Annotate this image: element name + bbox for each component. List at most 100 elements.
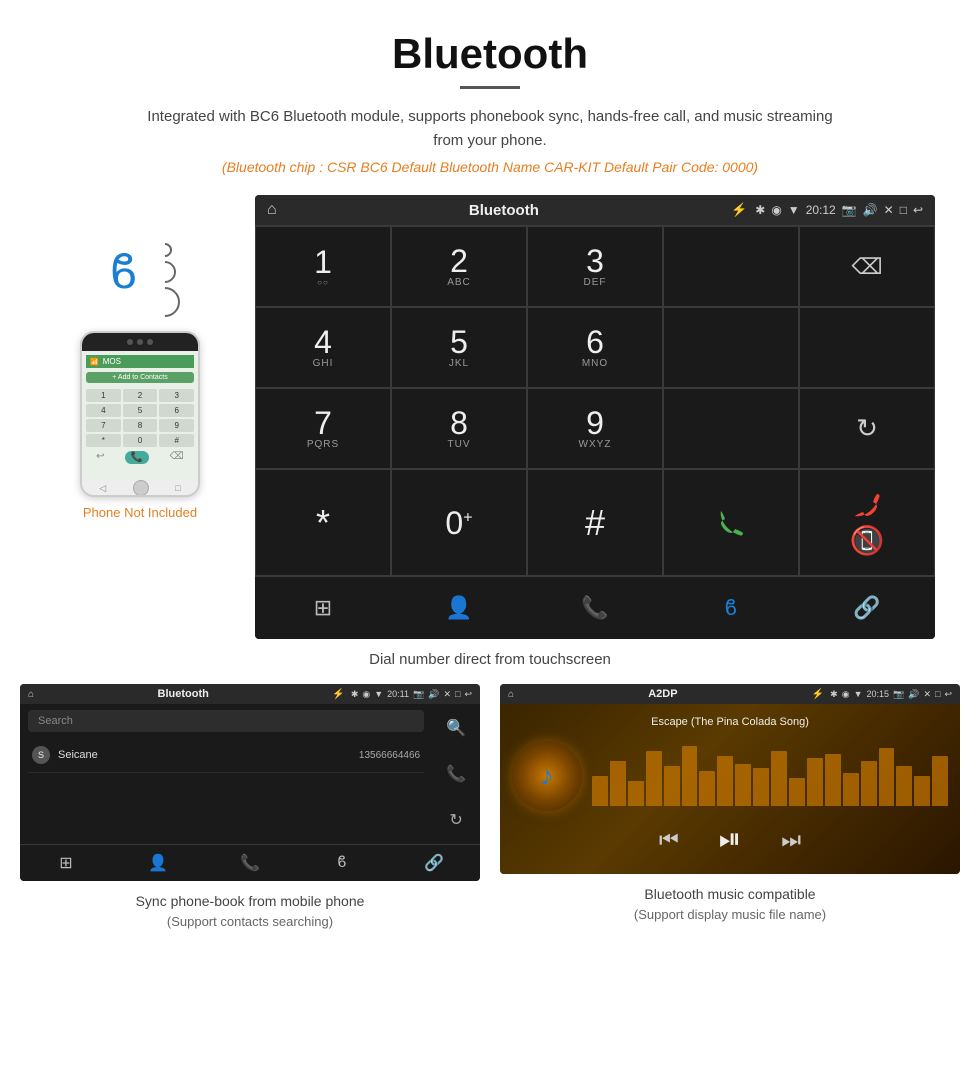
viz-bar <box>861 761 877 806</box>
contacts-status-icons: ✱ ◉ ▼ 20:11 📷 🔊 ✕ □ ↩ <box>351 689 472 700</box>
contacts-back-icon[interactable]: ↩ <box>464 689 472 700</box>
phone-key-hash[interactable]: # <box>159 434 194 447</box>
phone-key-7[interactable]: 7 <box>86 419 121 432</box>
contacts-right-icons: 🔍 📞 ↻ <box>432 704 480 844</box>
contacts-cam-icon: 📷 <box>413 689 424 700</box>
dial-key-star[interactable]: * <box>255 469 391 576</box>
car-home-icon[interactable]: ⌂ <box>267 201 277 219</box>
subtitle: Integrated with BC6 Bluetooth module, su… <box>140 105 840 153</box>
phone-key-star[interactable]: * <box>86 434 121 447</box>
viz-bar <box>682 746 698 806</box>
dial-key-3[interactable]: 3 DEF <box>527 226 663 307</box>
back-icon[interactable]: ↩ <box>913 203 923 217</box>
dial-backspace-button[interactable]: ⌫ <box>799 226 935 307</box>
contacts-nav-link[interactable]: 🔗 <box>388 853 480 873</box>
contacts-inner: Search S Seicane 13566664466 🔍 📞 ↻ <box>20 704 480 844</box>
dial-key-7[interactable]: 7 PQRS <box>255 388 391 469</box>
dial-key-0[interactable]: 0+ <box>391 469 527 576</box>
play-pause-button[interactable]: ⏯ <box>719 823 741 856</box>
nav-contacts-button[interactable]: 👤 <box>391 589 527 627</box>
viz-bar <box>843 773 859 806</box>
dial-key-8[interactable]: 8 TUV <box>391 388 527 469</box>
phone-key-4[interactable]: 4 <box>86 404 121 417</box>
contacts-search-input[interactable]: Search <box>28 710 424 732</box>
phone-home-button[interactable] <box>133 480 149 496</box>
contacts-nav-bt[interactable]: ϐ <box>296 853 388 873</box>
viz-bar <box>699 771 715 806</box>
viz-bar <box>735 764 751 806</box>
phone-key-3[interactable]: 3 <box>159 389 194 402</box>
contacts-bottom-nav: ⊞ 👤 📞 ϐ 🔗 <box>20 844 480 881</box>
music-x-icon[interactable]: ✕ <box>923 689 931 700</box>
nav-bluetooth-button[interactable]: ϐ <box>663 589 799 627</box>
dial-caption: Dial number direct from touchscreen <box>0 651 980 668</box>
viz-bar <box>592 776 608 806</box>
phone-dialpad: 1 2 3 4 5 6 7 8 9 * 0 # <box>86 389 194 447</box>
dial-empty-2 <box>663 307 799 388</box>
dial-empty-3 <box>799 307 935 388</box>
dial-empty-1 <box>663 226 799 307</box>
music-song-title: Escape (The Pina Colada Song) <box>512 716 948 728</box>
contacts-main: Search S Seicane 13566664466 <box>20 704 432 844</box>
prev-track-button[interactable]: ⏮ <box>659 827 679 853</box>
phone-screen-bar: 📶MOS <box>86 355 194 368</box>
music-back-icon[interactable]: ↩ <box>944 689 952 700</box>
music-cam-icon: 📷 <box>893 689 904 700</box>
contacts-refresh-icon[interactable]: ↻ <box>441 802 470 838</box>
viz-bar <box>825 754 841 806</box>
contacts-nav-grid[interactable]: ⊞ <box>20 853 112 873</box>
contacts-phone-icon[interactable]: 📞 <box>438 756 474 792</box>
music-home-icon[interactable]: ⌂ <box>508 689 514 700</box>
phone-key-9[interactable]: 9 <box>159 419 194 432</box>
contacts-vol-icon: 🔊 <box>428 689 439 700</box>
contacts-list: S Seicane 13566664466 <box>20 738 432 773</box>
contacts-home-icon[interactable]: ⌂ <box>28 689 34 700</box>
signal-waves-icon <box>154 243 180 317</box>
dial-key-4[interactable]: 4 GHI <box>255 307 391 388</box>
music-wifi-icon: ▼ <box>854 689 863 700</box>
car-status-icons: ✱ ◉ ▼ 20:12 📷 🔊 ✕ □ ↩ <box>755 203 923 217</box>
contacts-x-icon[interactable]: ✕ <box>443 689 451 700</box>
viz-bar <box>771 751 787 806</box>
phone-key-1[interactable]: 1 <box>86 389 121 402</box>
phone-key-5[interactable]: 5 <box>123 404 158 417</box>
call-green-button[interactable] <box>663 469 799 576</box>
nav-grid-button[interactable]: ⊞ <box>255 589 391 627</box>
dial-key-6[interactable]: 6 MNO <box>527 307 663 388</box>
contacts-search-icon[interactable]: 🔍 <box>438 710 474 746</box>
phone-dot <box>127 339 133 345</box>
end-call-button[interactable]: 📵 <box>799 469 935 576</box>
dial-key-2[interactable]: 2 ABC <box>391 226 527 307</box>
phone-key-2[interactable]: 2 <box>123 389 158 402</box>
dial-refresh-button[interactable]: ↻ <box>799 388 935 469</box>
nav-phone-button[interactable]: 📞 <box>527 589 663 627</box>
viz-bar <box>807 758 823 806</box>
dial-key-hash[interactable]: # <box>527 469 663 576</box>
phone-add-contacts-btn[interactable]: + Add to Contacts <box>86 372 194 383</box>
phone-key-8[interactable]: 8 <box>123 419 158 432</box>
nav-link-button[interactable]: 🔗 <box>799 589 935 627</box>
music-screen-title: A2DP <box>520 688 806 700</box>
wifi-icon: ▼ <box>788 203 800 217</box>
bluetooth-signal-icon: ϐ <box>100 235 180 315</box>
location-icon: ◉ <box>771 203 781 217</box>
dial-key-1[interactable]: 1 ○○ <box>255 226 391 307</box>
contacts-nav-phone[interactable]: 📞 <box>204 853 296 873</box>
phone-dot <box>147 339 153 345</box>
contact-row[interactable]: S Seicane 13566664466 <box>28 738 424 773</box>
dial-key-9[interactable]: 9 WXYZ <box>527 388 663 469</box>
bluetooth-symbol-icon: ϐ <box>110 245 138 300</box>
phone-key-0[interactable]: 0 <box>123 434 158 447</box>
music-loc-icon: ◉ <box>842 689 850 700</box>
phone-key-6[interactable]: 6 <box>159 404 194 417</box>
phone-bottom-bar: ◁ □ <box>82 481 198 495</box>
contacts-loc-icon: ◉ <box>362 689 370 700</box>
viz-bar <box>914 776 930 806</box>
close-icon[interactable]: ✕ <box>884 203 894 217</box>
contacts-nav-person[interactable]: 👤 <box>112 853 204 873</box>
dial-empty-4 <box>663 388 799 469</box>
next-track-button[interactable]: ⏭ <box>781 827 801 853</box>
window-icon: □ <box>900 203 907 217</box>
dial-key-5[interactable]: 5 JKL <box>391 307 527 388</box>
phone-dot <box>137 339 143 345</box>
